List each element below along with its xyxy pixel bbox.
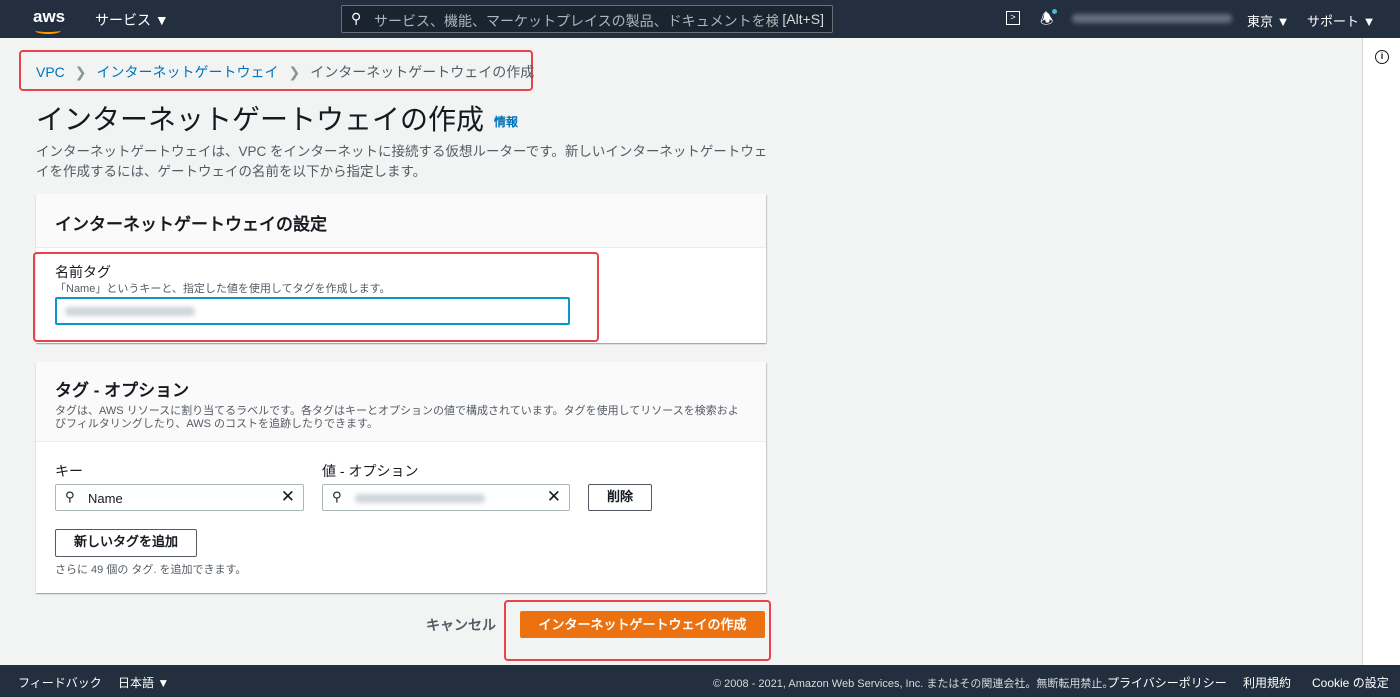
breadcrumb-igw[interactable]: インターネットゲートウェイ (97, 64, 279, 80)
page-description: インターネットゲートウェイは、VPC をインターネットに接続する仮想ルーターです… (36, 144, 768, 179)
chevron-right-icon: ❯ (74, 64, 87, 80)
search-icon: ⚲ (351, 10, 362, 26)
info-link[interactable]: 情報 (494, 115, 518, 129)
remove-tag-button[interactable]: 削除 (588, 484, 652, 511)
search-icon: ⚲ (65, 489, 75, 504)
tags-panel: タグ - オプション タグは、AWS リソースに割り当てるラベルです。各タグはキ… (36, 362, 766, 593)
privacy-link[interactable]: プライバシーポリシー (1107, 674, 1227, 691)
search-shortcut: [Alt+S] (778, 11, 824, 27)
tag-value-input[interactable]: ⚲ ✕ (322, 484, 570, 511)
footer: フィードバック 日本語 ▼ © 2008 - 2021, Amazon Web … (0, 665, 1400, 697)
breadcrumb-vpc[interactable]: VPC (36, 64, 65, 80)
feedback-link[interactable]: フィードバック (18, 674, 102, 691)
redacted-value (355, 494, 485, 503)
tags-title: タグ - オプション (55, 381, 190, 400)
copyright: © 2008 - 2021, Amazon Web Services, Inc.… (713, 678, 1114, 690)
cloudshell-icon[interactable]: > (1006, 11, 1020, 25)
cookie-link[interactable]: Cookie の設定 (1312, 674, 1389, 691)
chevron-right-icon: ❯ (288, 64, 301, 80)
search-input[interactable]: ⚲ サービス、機能、マーケットプレイスの製品、ドキュメントを検索しま [Alt+… (341, 5, 833, 33)
info-icon[interactable]: i (1375, 50, 1389, 64)
region-menu[interactable]: 東京 ▼ (1247, 11, 1289, 30)
help-rail: i (1362, 38, 1400, 665)
clear-icon[interactable]: ✕ (281, 487, 295, 507)
account-menu[interactable] (1072, 14, 1232, 23)
aws-logo[interactable]: aws (33, 7, 65, 34)
breadcrumb: VPC ❯ インターネットゲートウェイ ❯ インターネットゲートウェイの作成 (36, 62, 534, 82)
tag-key-input[interactable]: ⚲ Name ✕ (55, 484, 304, 511)
settings-title: インターネットゲートウェイの設定 (55, 215, 327, 234)
top-nav: aws サービス ▼ ⚲ サービス、機能、マーケットプレイスの製品、ドキュメント… (0, 0, 1400, 38)
page-title-text: インターネットゲートウェイの作成 (36, 104, 485, 135)
terms-link[interactable]: 利用規約 (1243, 674, 1291, 691)
page-title: インターネットゲートウェイの作成 情報 (36, 98, 518, 138)
remaining-tags-text: さらに 49 個の タグ. を追加できます。 (55, 564, 247, 576)
tag-key-value: Name (88, 491, 123, 506)
clear-icon[interactable]: ✕ (547, 487, 561, 507)
search-icon: ⚲ (332, 489, 342, 504)
highlight-box (33, 252, 599, 342)
search-placeholder: サービス、機能、マーケットプレイスの製品、ドキュメントを検索しま (374, 13, 822, 29)
support-menu[interactable]: サポート ▼ (1307, 11, 1375, 30)
services-menu[interactable]: サービス ▼ (95, 10, 169, 30)
value-label: 値 - オプション (322, 463, 419, 479)
language-selector[interactable]: 日本語 ▼ (118, 674, 169, 691)
cancel-button[interactable]: キャンセル (426, 615, 496, 635)
tags-description: タグは、AWS リソースに割り当てるラベルです。各タグはキーとオプションの値で構… (55, 405, 739, 430)
add-tag-button[interactable]: 新しいタグを追加 (55, 529, 197, 557)
bell-icon[interactable]: 🕭 (1040, 9, 1057, 34)
highlight-box (504, 600, 771, 661)
key-label: キー (55, 463, 83, 479)
breadcrumb-current: インターネットゲートウェイの作成 (310, 64, 535, 80)
